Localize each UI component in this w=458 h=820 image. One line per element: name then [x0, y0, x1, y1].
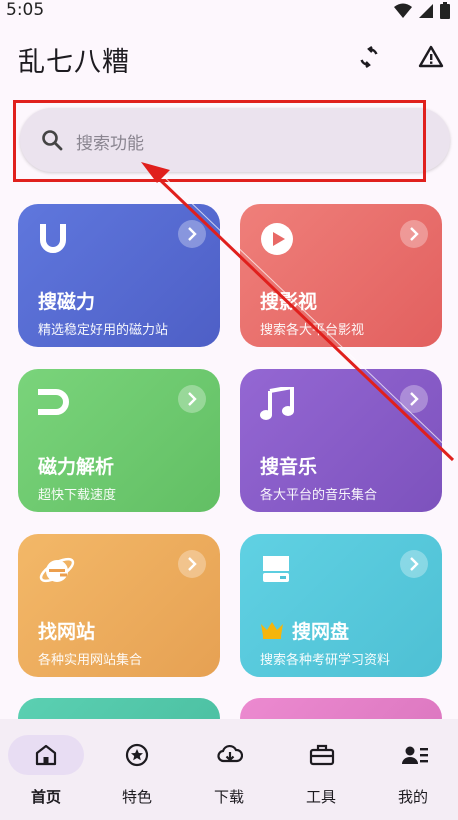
card-arrow-button[interactable]	[178, 385, 206, 413]
card-subtitle: 搜索各种考研学习资料	[260, 653, 391, 668]
magnet-icon	[38, 389, 69, 415]
chevron-right-icon	[188, 227, 197, 241]
nav-label: 特色	[121, 788, 152, 806]
card-subtitle: 精选稳定好用的磁力站	[38, 323, 169, 338]
magnet-u-icon	[40, 224, 66, 253]
status-time: 5:05	[6, 0, 45, 20]
nav-label: 首页	[30, 788, 61, 806]
refresh-icon	[360, 46, 378, 68]
card-arrow-button[interactable]	[400, 550, 428, 578]
card-title: 搜网盘	[292, 621, 350, 643]
card-subtitle: 各种实用网站集合	[38, 653, 143, 668]
chevron-right-icon	[410, 227, 419, 241]
status-icons	[394, 2, 450, 19]
bottom-navigation: 首页 特色 下载 工具 我的	[0, 719, 458, 820]
card-title: 搜音乐	[260, 456, 318, 478]
search-highlight-box	[13, 100, 426, 182]
chevron-right-icon	[410, 392, 419, 406]
play-circle-icon	[261, 223, 293, 255]
card-subtitle: 搜索各大平台影视	[260, 323, 365, 338]
warning-button[interactable]	[416, 42, 446, 72]
app-title: 乱七八糟	[18, 47, 130, 78]
status-bar: 5:05	[0, 0, 458, 24]
nav-label: 工具	[305, 788, 336, 806]
card-arrow-button[interactable]	[178, 550, 206, 578]
wifi-icon	[394, 3, 412, 18]
nav-item-featured[interactable]: 特色	[91, 719, 183, 820]
card-title: 磁力解析	[38, 456, 115, 478]
chevron-right-icon	[188, 392, 197, 406]
toolbox-icon	[309, 744, 335, 766]
card-arrow-button[interactable]	[400, 220, 428, 248]
card-find-website[interactable]: 找网站 各种实用网站集合	[18, 534, 220, 677]
card-title: 找网站	[38, 621, 96, 643]
star-circle-icon	[125, 743, 149, 767]
card-subtitle: 超快下载速度	[38, 488, 117, 503]
refresh-button[interactable]	[354, 42, 384, 72]
card-title: 搜磁力	[38, 291, 96, 313]
profile-list-icon	[402, 746, 428, 764]
chevron-right-icon	[188, 557, 197, 571]
home-icon	[35, 744, 57, 766]
card-arrow-button[interactable]	[178, 220, 206, 248]
card-search-video[interactable]: 搜影视 搜索各大平台影视	[240, 204, 442, 347]
music-note-icon	[260, 387, 294, 420]
disk-drive-icon	[263, 556, 289, 582]
battery-icon	[440, 2, 450, 19]
nav-item-home[interactable]: 首页	[0, 719, 92, 820]
nav-label: 我的	[397, 788, 428, 806]
nav-item-download[interactable]: 下载	[183, 719, 275, 820]
ie-browser-icon	[39, 557, 75, 583]
nav-item-profile[interactable]: 我的	[367, 719, 458, 820]
card-magnet-parse[interactable]: 磁力解析 超快下载速度	[18, 369, 220, 512]
card-search-magnet[interactable]: 搜磁力 精选稳定好用的磁力站	[18, 204, 220, 347]
card-search-netdisk[interactable]: 搜网盘 搜索各种考研学习资料	[240, 534, 442, 677]
card-subtitle: 各大平台的音乐集合	[260, 488, 378, 503]
nav-label: 下载	[213, 788, 244, 806]
chevron-right-icon	[410, 557, 419, 571]
signal-icon	[419, 3, 433, 18]
crown-icon	[261, 622, 283, 639]
cloud-download-icon	[217, 744, 243, 763]
card-search-music[interactable]: 搜音乐 各大平台的音乐集合	[240, 369, 442, 512]
nav-item-tools[interactable]: 工具	[275, 719, 367, 820]
warning-icon	[418, 45, 444, 68]
card-title: 搜影视	[260, 291, 318, 313]
card-arrow-button[interactable]	[400, 385, 428, 413]
